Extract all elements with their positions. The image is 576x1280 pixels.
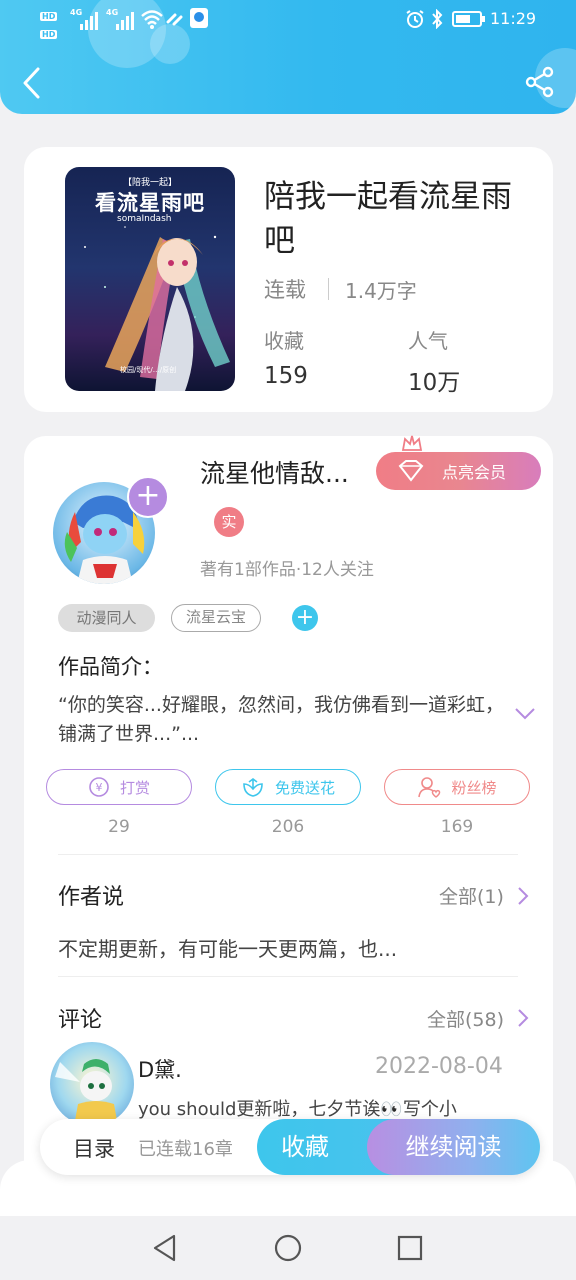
system-nav-bar (0, 1216, 576, 1280)
bottom-action-bar: 目录 已连载16章 收藏 继续阅读 (40, 1119, 540, 1175)
cover-author-text: somaIndash (117, 214, 172, 224)
share-icon[interactable] (524, 66, 556, 98)
verified-badge: 实 (214, 507, 244, 537)
flower-count: 206 (271, 817, 305, 837)
collect-label: 收藏 (264, 329, 304, 353)
bluetooth-icon (432, 9, 443, 29)
book-cover[interactable]: 【陪我一起】 看流星雨吧 somaIndash 校园/现代/…/原创 (65, 167, 235, 391)
comment-date: 2022-08-04 (375, 1054, 503, 1079)
alarm-icon (406, 10, 424, 28)
collect-value: 159 (264, 363, 308, 389)
chapter-count: 已连载16章 (138, 1139, 233, 1160)
diamond-icon (398, 460, 424, 482)
author-says-heading: 作者说 (58, 885, 125, 910)
fan-rank-label: 粉丝榜 (451, 778, 497, 797)
add-tag-button[interactable]: + (292, 605, 318, 631)
details-card: + 流星他情敌... 实 著有1部作品·12人关注 点亮会员 动漫同人 流星云宝… (24, 435, 553, 1216)
book-info-card: 【陪我一起】 看流星雨吧 somaIndash 校园/现代/…/原创 陪我一起看… (24, 147, 553, 412)
follow-author-button[interactable]: + (127, 476, 169, 518)
intro-heading: 作品简介： (58, 655, 163, 679)
popularity-label: 人气 (408, 329, 448, 353)
fan-user-icon (418, 777, 441, 798)
comments-all-link[interactable]: 全部(58) (427, 1005, 504, 1032)
author-says-text[interactable]: 不定期更新，有可能一天更两篇，也... (58, 933, 397, 962)
expand-chevron-icon[interactable] (514, 706, 536, 722)
tip-button[interactable]: ¥ 打赏 (46, 769, 192, 805)
commenter-avatar-image (55, 1059, 118, 1126)
continue-reading-button[interactable]: 继续阅读 (367, 1119, 540, 1175)
tag-anime-fanfic[interactable]: 动漫同人 (58, 604, 155, 632)
crown-icon (401, 435, 423, 451)
book-status: 连载 (264, 278, 306, 302)
fan-count: 169 (440, 817, 474, 837)
send-flower-label: 免费送花 (274, 778, 335, 797)
send-flower-button[interactable]: 免费送花 (215, 769, 361, 805)
status-time: 11:29 (490, 9, 537, 28)
comments-heading: 评论 (58, 1008, 103, 1033)
popularity-value: 10万 (408, 370, 461, 396)
book-word-count: 1.4万字 (345, 279, 417, 303)
flower-icon (243, 778, 263, 797)
header-bar: HD HD 4G 4G 11:29 (0, 0, 576, 114)
author-stats: 著有1部作品·12人关注 (200, 560, 374, 580)
book-title: 陪我一起看流星雨吧 (264, 179, 512, 259)
tip-count: 29 (108, 817, 130, 837)
coin-icon: ¥ (89, 777, 109, 797)
chevron-right-icon[interactable] (516, 1008, 530, 1028)
fan-rank-button[interactable]: 粉丝榜 (384, 769, 530, 805)
member-button-label: 点亮会员 (442, 463, 507, 482)
decor-bubble (150, 24, 190, 64)
divider (58, 854, 518, 855)
toc-button[interactable]: 目录 (73, 1133, 115, 1163)
meta-divider (328, 278, 329, 300)
battery-icon (452, 11, 485, 27)
author-name[interactable]: 流星他情敌... (200, 454, 349, 490)
cover-main-text: 看流星雨吧 (95, 190, 205, 215)
light-up-member-button[interactable]: 点亮会员 (376, 452, 541, 490)
status-hd-2: HD (40, 30, 58, 39)
comment-text[interactable]: you should更新啦，七夕节诶👀写个小 (138, 1095, 538, 1121)
svg-text:¥: ¥ (95, 781, 102, 794)
status-hd-1: HD (40, 12, 58, 21)
commenter-name[interactable]: D黛. (138, 1054, 182, 1084)
app-notification-icon (190, 8, 208, 28)
commenter-avatar[interactable] (50, 1042, 134, 1126)
chevron-right-icon[interactable] (516, 886, 530, 906)
tag-meteor[interactable]: 流星云宝 (171, 604, 261, 632)
tip-label: 打赏 (119, 778, 150, 797)
intro-text: “你的笑容...好耀眼，忽然间，我仿佛看到一道彩虹，铺满了世界...”... (58, 694, 504, 745)
back-icon[interactable] (20, 66, 44, 100)
nav-home-icon[interactable] (273, 1233, 303, 1263)
divider (58, 976, 518, 977)
nav-recents-icon[interactable] (396, 1234, 424, 1262)
link-icon (166, 13, 183, 26)
nav-back-icon[interactable] (150, 1232, 180, 1264)
author-says-all-link[interactable]: 全部(1) (439, 882, 504, 909)
wifi-icon (141, 10, 163, 29)
cover-bottom-text: 校园/现代/…/原创 (120, 366, 177, 374)
